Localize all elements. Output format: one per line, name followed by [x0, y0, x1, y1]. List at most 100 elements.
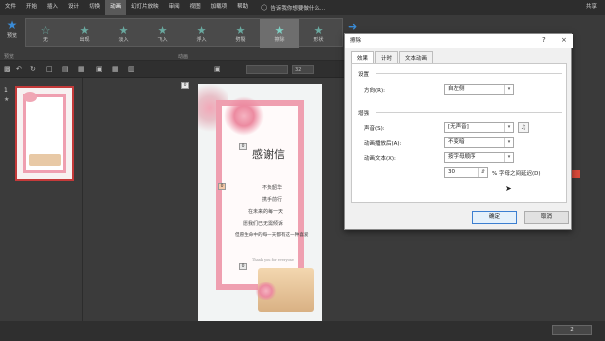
section-enhancements: 增强 [358, 111, 370, 117]
tell-me-text: 告诉我你想要做什么... [270, 5, 326, 12]
sound-value: [无声音] [448, 124, 469, 130]
preview-button[interactable]: ★ 预览 [2, 18, 22, 47]
menu-insert[interactable]: 插入 [42, 0, 63, 15]
animation-label: 出现 [79, 36, 90, 43]
animation-label: 形状 [313, 36, 324, 43]
slide-title[interactable]: 感谢信 [252, 146, 285, 162]
delay-value: 30 [448, 169, 455, 175]
zoom-control[interactable]: 2 [552, 325, 592, 335]
cancel-button[interactable]: 取消 [524, 211, 569, 224]
close-button[interactable]: × [561, 36, 567, 44]
menu-animations[interactable]: 动画 [105, 0, 127, 15]
after-animation-value: 不变暗 [448, 139, 465, 145]
ok-button[interactable]: 确定 [472, 211, 517, 224]
animation-label: 浮入 [196, 36, 207, 43]
arrange-icon[interactable]: ▣ [96, 65, 103, 73]
menu-help[interactable]: 帮助 [232, 0, 253, 15]
animation-pane-tag [572, 170, 580, 178]
section-settings: 设置 [358, 72, 370, 78]
menu-slideshow[interactable]: 幻灯片放映 [126, 0, 164, 15]
menu-home[interactable]: 开始 [21, 0, 42, 15]
star-icon: ★ [235, 23, 246, 37]
star-icon: ★ [196, 23, 207, 37]
animation-gallery: ☆ 无 ★ 出现 ★ 淡入 ★ 飞入 ★ 浮入 ★ 劈裂 ★ 擦除 ★ 形状 [25, 18, 343, 48]
star-icon: ★ [118, 23, 129, 37]
share-button[interactable]: 共享 [586, 0, 597, 15]
animation-shape[interactable]: ★ 形状 [299, 19, 338, 48]
status-bar: 2 [0, 321, 605, 341]
preview-group-label: 预览 [4, 54, 15, 60]
slide-line-5[interactable]: 但愿生命中的每一天都有这一种喜爱 [235, 232, 309, 238]
align-icon[interactable]: ▤ [62, 65, 69, 73]
menu-addins[interactable]: 加载项 [206, 0, 233, 15]
save-icon[interactable]: ▩ [4, 65, 11, 73]
animate-text-select[interactable]: 按字母顺序 ▾ [444, 152, 514, 163]
after-animation-label: 动画播放后(A): [364, 141, 402, 147]
animation-label: 淡入 [118, 36, 129, 43]
star-icon: ☆ [40, 23, 51, 37]
animation-marker[interactable]: 0 [239, 263, 247, 270]
menu-review[interactable]: 审阅 [164, 0, 185, 15]
animation-label: 无 [42, 36, 48, 43]
slide-line-1[interactable]: 不负韶华 [262, 184, 282, 191]
rose-cluster [224, 96, 264, 136]
spinner-arrows-icon[interactable]: ⇵ [478, 168, 487, 177]
slide-footnote[interactable]: Thank you for everyone [252, 258, 294, 262]
animation-pane [570, 15, 605, 341]
slide-line-3[interactable]: 在未来的每一天 [248, 208, 283, 215]
shape-icon[interactable]: □ [46, 65, 53, 73]
direction-label: 方向(R): [364, 88, 385, 94]
menu-design[interactable]: 设计 [63, 0, 84, 15]
sound-label: 声音(S): [364, 126, 385, 132]
distribute-icon[interactable]: ▥ [128, 65, 135, 73]
table-icon[interactable]: ▦ [112, 65, 119, 73]
redo-icon[interactable]: ↻ [30, 65, 36, 73]
animation-appear[interactable]: ★ 出现 [65, 19, 104, 48]
animation-group-label: 动画 [178, 54, 189, 60]
divider [376, 112, 562, 113]
animation-wipe[interactable]: ★ 擦除 [260, 19, 299, 48]
tell-me-box[interactable]: ◯ 告诉我你想要做什么... [261, 4, 325, 12]
menu-file[interactable]: 文件 [0, 0, 21, 15]
chevron-down-icon: ▾ [504, 85, 513, 94]
slide-thumbnail[interactable] [15, 86, 74, 181]
zoom-select[interactable]: 32 [292, 65, 314, 74]
animate-text-value: 按字母顺序 [448, 154, 476, 160]
sound-select[interactable]: [无声音] ▾ [444, 122, 514, 133]
animation-marker[interactable]: 0 [218, 183, 226, 190]
speaker-icon[interactable]: ♫ [518, 122, 529, 133]
preview-label: 预览 [6, 33, 17, 39]
divider [376, 73, 562, 74]
slide-line-2[interactable]: 携手前行 [262, 196, 282, 203]
slide-line-4[interactable]: 愿我们已无需倾诉 [243, 220, 283, 227]
animation-fly-in[interactable]: ★ 飞入 [143, 19, 182, 48]
menu-bar: 文件 开始 插入 设计 切换 动画 幻灯片放映 审阅 视图 加载项 帮助 ◯ 告… [0, 0, 605, 15]
menu-transitions[interactable]: 切换 [84, 0, 105, 15]
star-icon: ★ [313, 23, 324, 37]
menu-view[interactable]: 视图 [185, 0, 206, 15]
chevron-down-icon: ▾ [504, 138, 513, 147]
animation-split[interactable]: ★ 劈裂 [221, 19, 260, 48]
animate-text-label: 动画文本(X): [364, 156, 396, 162]
help-button[interactable]: ? [542, 36, 546, 44]
group-icon[interactable]: ▦ [78, 65, 85, 73]
gift-flowers [254, 282, 278, 300]
crop-icon[interactable]: ▣ [214, 65, 221, 73]
slide-number: 1 [4, 87, 8, 94]
undo-icon[interactable]: ↶ [16, 65, 22, 73]
direction-select[interactable]: 自左侧 ▾ [444, 84, 514, 95]
arrow-right-icon[interactable]: ➜ [348, 20, 357, 33]
after-animation-select[interactable]: 不变暗 ▾ [444, 137, 514, 148]
chevron-down-icon: ▾ [504, 123, 513, 132]
animation-float-in[interactable]: ★ 浮入 [182, 19, 221, 48]
animation-label: 擦除 [274, 36, 285, 43]
animation-marker[interactable]: 0 [239, 143, 247, 150]
delay-spinner[interactable]: 30 ⇵ [444, 167, 488, 178]
lightbulb-icon: ◯ [261, 4, 268, 11]
animation-none[interactable]: ☆ 无 [26, 19, 65, 48]
animation-fade[interactable]: ★ 淡入 [104, 19, 143, 48]
mouse-cursor-icon: ➤ [505, 184, 512, 193]
animation-marker[interactable]: 0 [181, 82, 189, 89]
font-select[interactable] [246, 65, 288, 74]
animation-label: 劈裂 [235, 36, 246, 43]
